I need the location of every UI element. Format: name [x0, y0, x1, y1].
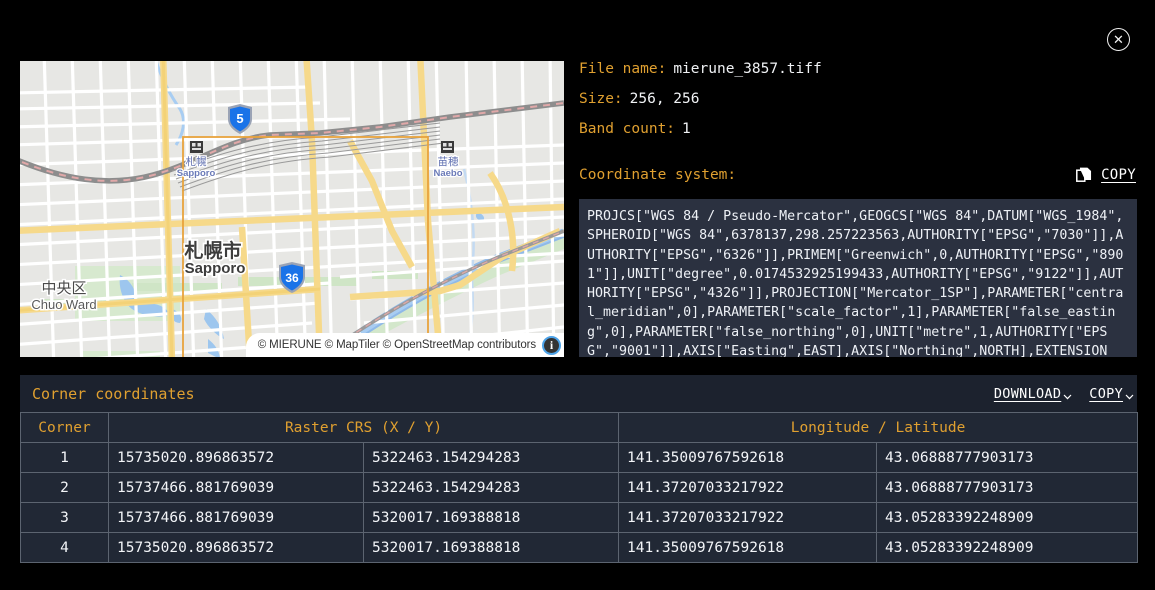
cell-corner: 1 [20, 442, 109, 473]
map-label-city-en: Sapporo [185, 260, 246, 277]
band-count-value: 1 [682, 121, 691, 137]
metadata-panel: File name: mierune_3857.tiff Size: 256, … [579, 61, 1137, 357]
wkt-text[interactable]: PROJCS["WGS 84 / Pseudo-Mercator",GEOGCS… [579, 199, 1137, 357]
band-count-row: Band count: 1 [579, 121, 1137, 151]
svg-text:5: 5 [236, 111, 243, 126]
corner-coordinates-actions: DOWNLOAD COPY [994, 386, 1135, 402]
copy-table-label: COPY [1089, 385, 1123, 402]
cell-latitude: 43.06888777903173 [876, 442, 1139, 473]
chevron-down-icon [1063, 394, 1072, 399]
table-header-row: Corner Raster CRS (X / Y) Longitude / La… [20, 412, 1139, 443]
chevron-down-icon [1125, 394, 1134, 399]
coordinate-system-row: Coordinate system: COPY [579, 160, 1137, 190]
corner-coordinates-header: Corner coordinates DOWNLOAD COPY [20, 375, 1137, 412]
attribution-text: © MIERUNE © MapTiler © OpenStreetMap con… [257, 339, 536, 351]
cell-raster-y: 5320017.169388818 [362, 502, 620, 533]
station-icon [190, 141, 203, 153]
file-name-value: mierune_3857.tiff [673, 61, 822, 77]
cell-raster-x: 15735020.896863572 [108, 442, 364, 473]
svg-text:36: 36 [285, 271, 299, 285]
corner-coordinates-title: Corner coordinates [32, 384, 195, 403]
table-row: 4 15735020.896863572 5320017.169388818 141.… [20, 532, 1139, 563]
cell-latitude: 43.05283392248909 [876, 502, 1139, 533]
map-label-station2-en: Naebo [433, 168, 462, 179]
map-attribution: © MIERUNE © MapTiler © OpenStreetMap con… [245, 333, 564, 357]
cell-longitude: 141.35009767592618 [618, 532, 878, 563]
close-icon[interactable]: ✕ [1107, 28, 1130, 51]
cell-longitude: 141.35009767592618 [618, 442, 878, 473]
cell-raster-y: 5322463.154294283 [362, 472, 620, 503]
map-label-city-ja: 札幌市 [183, 239, 241, 262]
table-row: 1 15735020.896863572 5322463.154294283 141.… [20, 442, 1139, 473]
table-row: 3 15737466.881769039 5320017.169388818 141.… [20, 502, 1139, 533]
table-row: 2 15737466.881769039 5322463.154294283 141.… [20, 472, 1139, 503]
cell-raster-y: 5320017.169388818 [362, 532, 620, 563]
map-label-ward-ja: 中央区 [41, 279, 86, 297]
cell-longitude: 141.37207033217922 [618, 502, 878, 533]
cell-latitude: 43.06888777903173 [876, 472, 1139, 503]
map-preview[interactable]: 札幌 Sapporo 苗穂 Naebo 札幌市 Sapporo 中央区 Chuo… [20, 61, 564, 357]
th-raster-crs: Raster CRS (X / Y) [107, 412, 620, 443]
cell-raster-y: 5322463.154294283 [362, 442, 620, 473]
copy-crs-button[interactable]: COPY [1076, 167, 1137, 184]
cell-corner: 2 [20, 472, 109, 503]
station-icon [441, 141, 454, 153]
map-label-station1-en: Sapporo [177, 168, 216, 179]
map-label-station1-ja: 札幌 [186, 155, 207, 168]
cell-raster-x: 15737466.881769039 [108, 472, 364, 503]
file-name-label: File name: [579, 61, 667, 77]
cell-raster-x: 15735020.896863572 [108, 532, 364, 563]
map-label-station2-ja: 苗穂 [438, 155, 459, 168]
corner-coordinates-table: Corner Raster CRS (X / Y) Longitude / La… [20, 412, 1139, 563]
info-icon[interactable]: i [542, 335, 561, 355]
coordinate-system-label: Coordinate system: [579, 167, 737, 183]
size-row: Size: 256, 256 [579, 91, 1137, 121]
cell-raster-x: 15737466.881769039 [108, 502, 364, 533]
raster-info-modal: ✕ 札幌 Sapporo 苗穂 Naebo 札幌市 Sapporo 中央区 Ch… [0, 0, 1155, 590]
copy-crs-label: COPY [1101, 167, 1136, 183]
copy-table-button[interactable]: COPY [1089, 386, 1135, 402]
size-label: Size: [579, 91, 623, 107]
file-name-row: File name: mierune_3857.tiff [579, 61, 1137, 91]
cell-corner: 3 [20, 502, 109, 533]
band-count-label: Band count: [579, 121, 676, 137]
copy-icon [1076, 167, 1092, 182]
map-canvas[interactable]: 札幌 Sapporo 苗穂 Naebo 札幌市 Sapporo 中央区 Chuo… [20, 61, 564, 357]
th-corner: Corner [20, 412, 109, 443]
cell-corner: 4 [20, 532, 109, 563]
map-label-ward-en: Chuo Ward [31, 297, 96, 312]
cell-latitude: 43.05283392248909 [876, 532, 1139, 563]
cell-longitude: 141.37207033217922 [618, 472, 878, 503]
download-label: DOWNLOAD [993, 385, 1062, 402]
size-value: 256, 256 [629, 91, 700, 107]
download-button[interactable]: DOWNLOAD [994, 386, 1073, 402]
corner-coordinates-section: Corner coordinates DOWNLOAD COPY Corner … [20, 375, 1139, 563]
th-lonlat: Longitude / Latitude [618, 412, 1139, 443]
